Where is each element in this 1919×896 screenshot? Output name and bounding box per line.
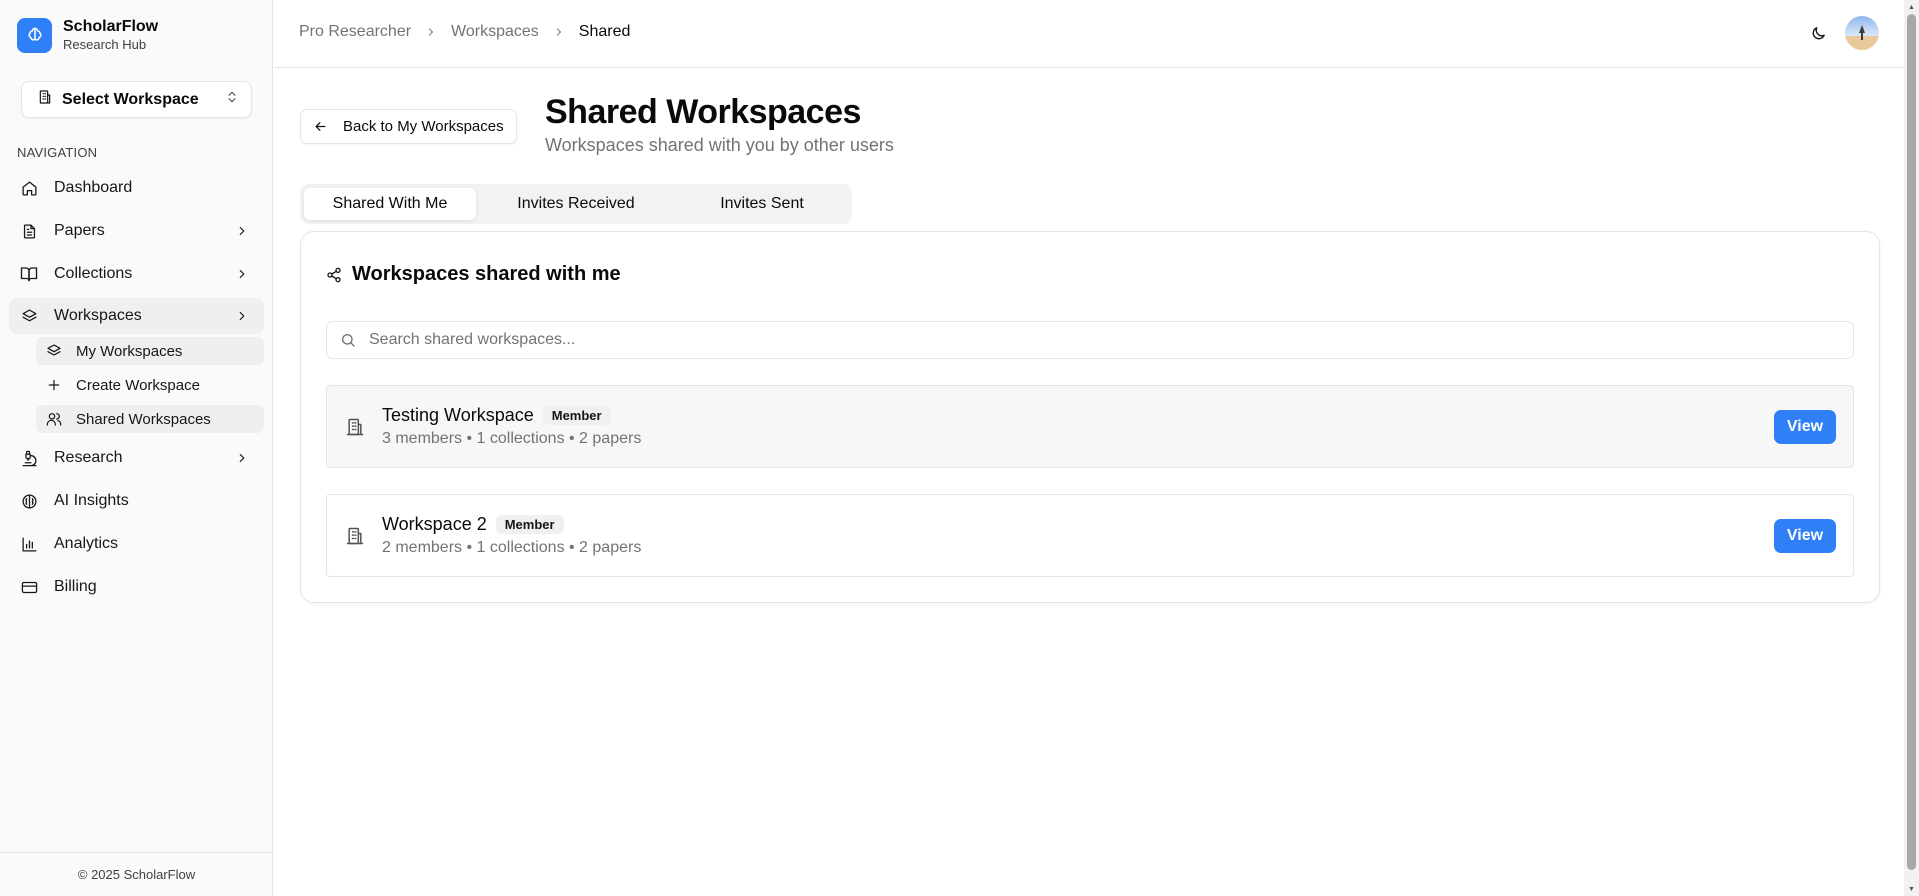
card-title-text: Workspaces shared with me	[352, 263, 621, 285]
plus-icon	[46, 377, 62, 393]
list-item[interactable]: Testing Workspace Member 3 members • 1 c…	[326, 385, 1854, 468]
workspace-select[interactable]: Select Workspace	[21, 81, 252, 118]
users-icon	[46, 411, 62, 427]
sidebar-item-research[interactable]: Research	[9, 440, 264, 476]
sidebar-item-label: Dashboard	[54, 179, 133, 196]
building-icon	[344, 416, 366, 438]
sidebar-footer: © 2025 ScholarFlow	[0, 852, 273, 896]
tab-list: Shared With Me Invites Received Invites …	[300, 184, 852, 224]
chevron-right-icon	[425, 26, 437, 38]
sidebar-item-billing[interactable]: Billing	[9, 569, 264, 605]
chevron-right-icon	[553, 26, 565, 38]
scroll-down-arrow-icon[interactable]: ▼	[1907, 884, 1916, 894]
chevron-right-icon	[234, 223, 250, 239]
book-open-icon	[20, 265, 38, 283]
share-icon	[326, 267, 342, 283]
scrollbar[interactable]: ▲ ▼	[1904, 0, 1919, 896]
role-badge: Member	[495, 515, 564, 534]
sidebar-subitem-create-workspace[interactable]: Create Workspace	[36, 371, 264, 399]
sidebar-item-collections[interactable]: Collections	[9, 256, 264, 292]
sidebar-item-label: Workspaces	[54, 307, 142, 324]
arrow-left-icon	[313, 119, 328, 134]
sidebar-item-label: Analytics	[54, 535, 119, 552]
moon-icon	[1810, 25, 1827, 42]
sidebar-subitem-label: Create Workspace	[76, 376, 200, 394]
list-item[interactable]: Workspace 2 Member 2 members • 1 collect…	[326, 494, 1854, 577]
scroll-up-arrow-icon[interactable]: ▲	[1907, 2, 1916, 12]
view-button[interactable]: View	[1774, 409, 1836, 444]
search-icon	[340, 332, 356, 348]
sidebar-item-label: Papers	[54, 222, 105, 239]
sidebar-item-dashboard[interactable]: Dashboard	[9, 170, 264, 206]
tab-invites-sent[interactable]: Invites Sent	[676, 188, 848, 220]
sidebar-item-papers[interactable]: Papers	[9, 213, 264, 249]
brand-name: ScholarFlow	[63, 18, 159, 35]
sidebar-item-label: Collections	[54, 265, 133, 282]
building-icon	[37, 89, 53, 110]
page-title: Shared Workspaces	[545, 93, 861, 131]
tab-invites-received[interactable]: Invites Received	[490, 188, 662, 220]
sidebar-item-ai-insights[interactable]: AI Insights	[9, 483, 264, 519]
search-input[interactable]	[369, 331, 1769, 349]
sidebar-subitem-shared-workspaces[interactable]: Shared Workspaces	[36, 405, 264, 433]
topbar: Pro Researcher Workspaces Shared	[274, 0, 1919, 68]
brand-subtitle: Research Hub	[63, 37, 147, 52]
breadcrumb: Pro Researcher Workspaces Shared	[299, 23, 630, 41]
sidebar-item-workspaces[interactable]: Workspaces	[9, 298, 264, 334]
brand[interactable]: ScholarFlow Research Hub	[17, 17, 158, 53]
sidebar-item-label: AI Insights	[54, 492, 129, 509]
workspace-meta: 2 members • 1 collections • 2 papers	[382, 539, 642, 556]
home-icon	[20, 179, 38, 197]
chevron-right-icon	[234, 450, 250, 466]
workspace-meta: 3 members • 1 collections • 2 papers	[382, 430, 642, 447]
page-subtitle: Workspaces shared with you by other user…	[545, 135, 894, 155]
layers-icon	[20, 307, 38, 325]
sidebar-subitem-my-workspaces[interactable]: My Workspaces	[36, 337, 264, 365]
back-to-my-workspaces-button[interactable]: Back to My Workspaces	[300, 109, 517, 144]
shared-workspaces-card: Workspaces shared with me Testing Worksp…	[300, 231, 1880, 603]
workspace-select-label: Select Workspace	[62, 90, 199, 108]
avatar[interactable]	[1845, 16, 1879, 50]
microscope-icon	[20, 449, 38, 467]
card-title: Workspaces shared with me	[326, 263, 621, 286]
scrollbar-thumb[interactable]	[1907, 14, 1916, 870]
brain-icon	[20, 492, 38, 510]
chevron-right-icon	[234, 308, 250, 324]
breadcrumb-item[interactable]: Workspaces	[451, 23, 539, 41]
sidebar-item-label: Research	[54, 449, 123, 466]
breadcrumb-item[interactable]: Pro Researcher	[299, 23, 411, 41]
nav-heading: NAVIGATION	[17, 145, 98, 160]
workspace-name: Testing Workspace	[382, 405, 534, 425]
layers-icon	[46, 343, 62, 359]
workspace-name: Workspace 2	[382, 514, 487, 534]
sidebar-item-label: Billing	[54, 578, 97, 595]
credit-card-icon	[20, 578, 38, 596]
breadcrumb-current: Shared	[578, 23, 631, 40]
sidebar-item-analytics[interactable]: Analytics	[9, 526, 264, 562]
sidebar-subitem-label: Shared Workspaces	[76, 410, 211, 428]
chevrons-up-down-icon	[225, 90, 239, 109]
view-button[interactable]: View	[1774, 518, 1836, 553]
sidebar-subitem-label: My Workspaces	[76, 342, 183, 360]
sidebar: ScholarFlow Research Hub Select Workspac…	[0, 0, 273, 896]
back-button-label: Back to My Workspaces	[343, 118, 504, 135]
file-text-icon	[20, 222, 38, 240]
bar-chart-icon	[20, 535, 38, 553]
brain-icon	[17, 17, 52, 53]
chevron-right-icon	[234, 266, 250, 282]
theme-toggle-button[interactable]	[1807, 22, 1829, 44]
search-field[interactable]	[326, 321, 1854, 359]
building-icon	[344, 525, 366, 547]
tab-shared-with-me[interactable]: Shared With Me	[304, 188, 476, 220]
role-badge: Member	[542, 406, 611, 425]
